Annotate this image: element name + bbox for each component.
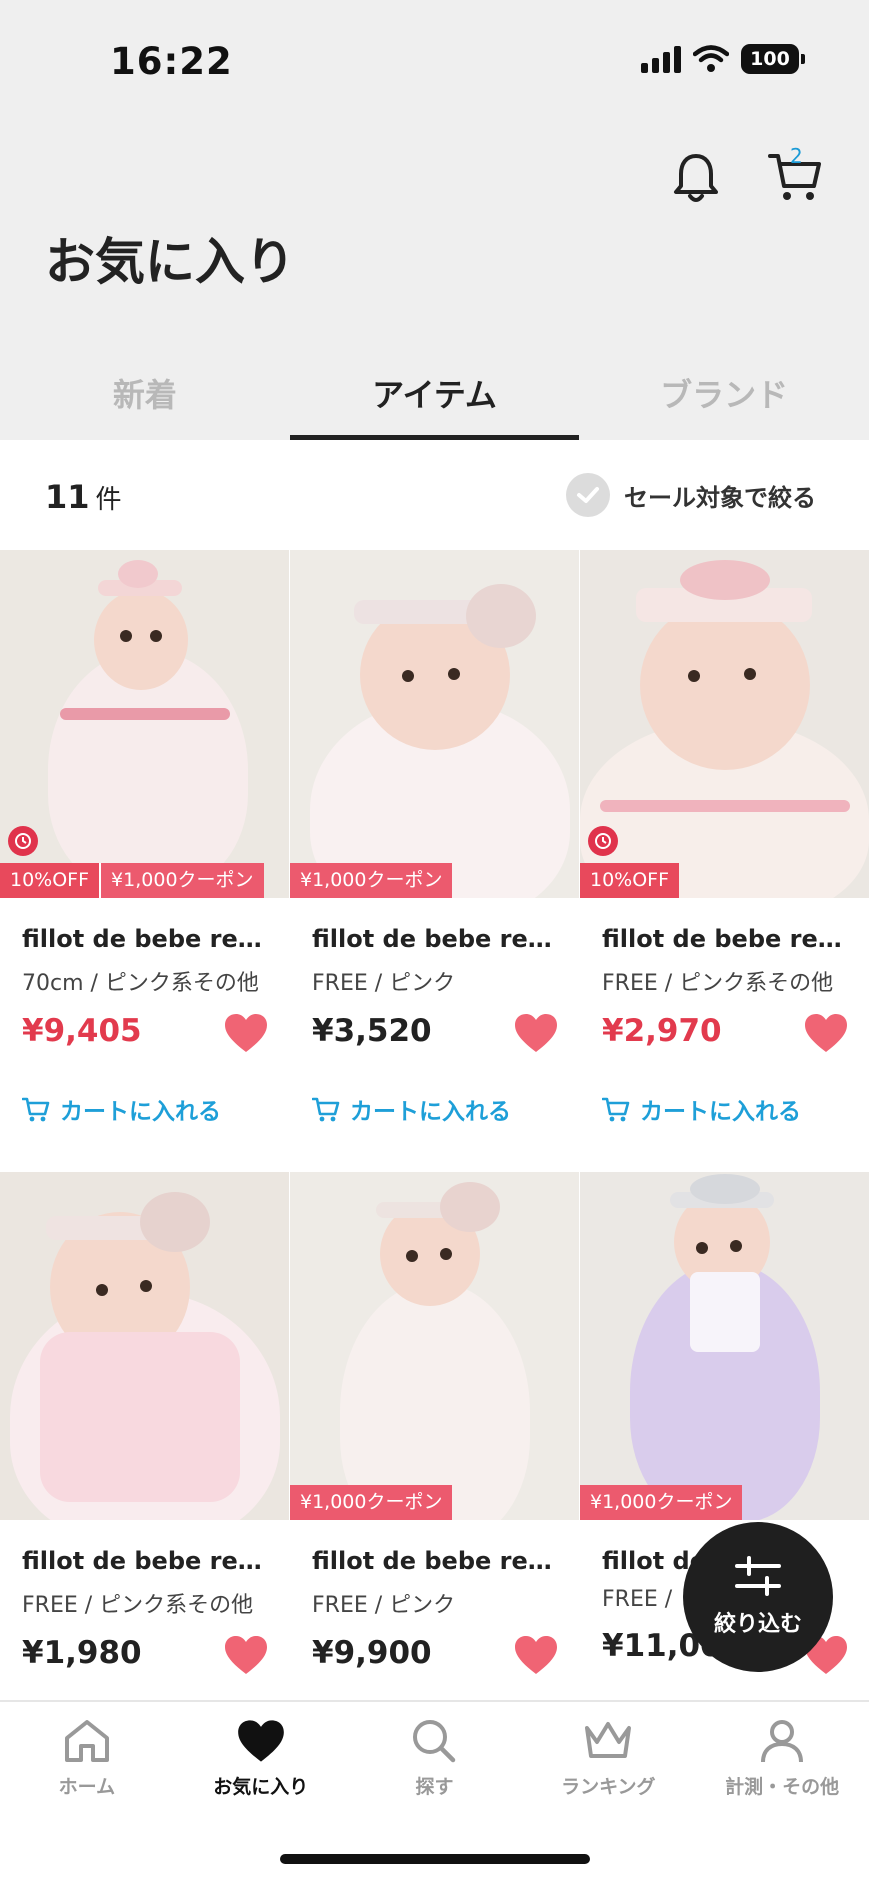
- product-image[interactable]: [290, 1172, 579, 1520]
- add-to-cart-label: カートに入れる: [60, 1099, 221, 1125]
- sale-filter-label: セール対象で絞る: [624, 483, 816, 512]
- heart-icon[interactable]: [513, 1012, 559, 1054]
- add-to-cart-button[interactable]: カートに入れる: [22, 1092, 221, 1126]
- heart-icon[interactable]: [223, 1634, 269, 1676]
- badge-row: 10%OFF ¥1,000クーポン: [0, 863, 264, 898]
- coupon-badge: ¥1,000クーポン: [290, 1485, 453, 1520]
- product-variant: 70cm / ピンク系その他: [22, 971, 259, 996]
- home-icon: [64, 1720, 109, 1762]
- coupon-badge: ¥1,000クーポン: [580, 1485, 743, 1520]
- product-image[interactable]: [290, 550, 579, 898]
- nav-ranking-label: ランキング: [561, 1776, 656, 1798]
- heart-icon[interactable]: [223, 1012, 269, 1054]
- product-name[interactable]: fillot de bebe redu...: [22, 925, 270, 953]
- page-title: お気に入り: [45, 233, 295, 291]
- crown-icon: [585, 1722, 632, 1758]
- add-to-cart-button[interactable]: カートに入れる: [602, 1092, 801, 1126]
- badge-row: ¥1,000クーポン: [580, 1485, 743, 1520]
- cart-icon: [602, 1097, 630, 1122]
- product-image[interactable]: [0, 1172, 289, 1520]
- sliders-icon: [735, 1556, 781, 1596]
- result-count-value: 11: [45, 478, 90, 516]
- heart-icon[interactable]: [803, 1012, 849, 1054]
- wifi-icon: [693, 45, 729, 72]
- add-to-cart-label: カートに入れる: [640, 1099, 801, 1125]
- check-icon[interactable]: [566, 473, 610, 517]
- product-name[interactable]: fillot de bebe redu...: [312, 925, 560, 953]
- coupon-badge: ¥1,000クーポン: [290, 863, 453, 898]
- product-variant: FREE / ピンク: [312, 1593, 456, 1618]
- person-icon: [761, 1720, 804, 1763]
- coupon-badge: ¥1,000クーポン: [99, 863, 264, 898]
- cart-count-badge: 2: [790, 144, 803, 168]
- product-name[interactable]: fillot de bebe redu...: [22, 1547, 270, 1575]
- nav-favorites-label: お気に入り: [213, 1776, 309, 1798]
- product-variant: FREE / ピンク系その他: [602, 971, 834, 996]
- product-variant: FREE / ピンク: [312, 971, 456, 996]
- heart-icon[interactable]: [513, 1634, 559, 1676]
- home-indicator: [280, 1854, 590, 1864]
- tab-brands[interactable]: ブランド: [579, 360, 869, 440]
- tab-bar: 新着 アイテム ブランド: [0, 360, 869, 440]
- nav-home[interactable]: ホーム: [0, 1702, 174, 1884]
- sale-filter-toggle[interactable]: セール対象で絞る: [566, 473, 816, 517]
- search-icon: [413, 1720, 456, 1763]
- battery-level: 100: [750, 48, 790, 70]
- tab-new[interactable]: 新着: [0, 360, 290, 440]
- product-image[interactable]: [0, 550, 289, 898]
- signal-icon: [641, 45, 681, 73]
- add-to-cart-label: カートに入れる: [350, 1099, 511, 1125]
- product-image[interactable]: [580, 1172, 869, 1520]
- filter-fab-label: 絞り込む: [713, 1612, 802, 1637]
- product-name[interactable]: fillot de bebe redu...: [312, 1547, 560, 1575]
- product-name[interactable]: fillot de bebe redu...: [602, 925, 850, 953]
- tab-items[interactable]: アイテム: [289, 360, 580, 440]
- product-image[interactable]: [580, 550, 869, 898]
- nav-measure-other-label: 計測・その他: [725, 1776, 840, 1798]
- result-count: 11 件: [45, 478, 122, 516]
- status-icons: 100: [641, 44, 805, 74]
- badge-row: ¥1,000クーポン: [290, 1485, 453, 1520]
- filter-fab-button[interactable]: 絞り込む: [683, 1522, 833, 1672]
- cart-icon: [22, 1097, 50, 1122]
- discount-badge: 10%OFF: [0, 863, 100, 898]
- bell-icon[interactable]: [672, 152, 720, 204]
- heart-icon: [237, 1720, 284, 1762]
- cart-icon: [312, 1097, 340, 1122]
- status-time: 16:22: [110, 40, 233, 83]
- nav-home-label: ホーム: [58, 1776, 116, 1798]
- discount-badge: 10%OFF: [580, 863, 680, 898]
- clock-icon: [588, 826, 618, 856]
- badge-row: ¥1,000クーポン: [290, 863, 453, 898]
- nav-measure-other[interactable]: 計測・その他: [695, 1702, 869, 1884]
- badge-row: 10%OFF: [580, 863, 680, 898]
- product-variant: FREE / ピンク系その他: [22, 1593, 254, 1618]
- add-to-cart-button[interactable]: カートに入れる: [312, 1092, 511, 1126]
- battery-indicator: 100: [741, 44, 805, 74]
- clock-icon: [8, 826, 38, 856]
- nav-search-label: 探す: [415, 1776, 454, 1798]
- result-count-unit: 件: [95, 485, 122, 515]
